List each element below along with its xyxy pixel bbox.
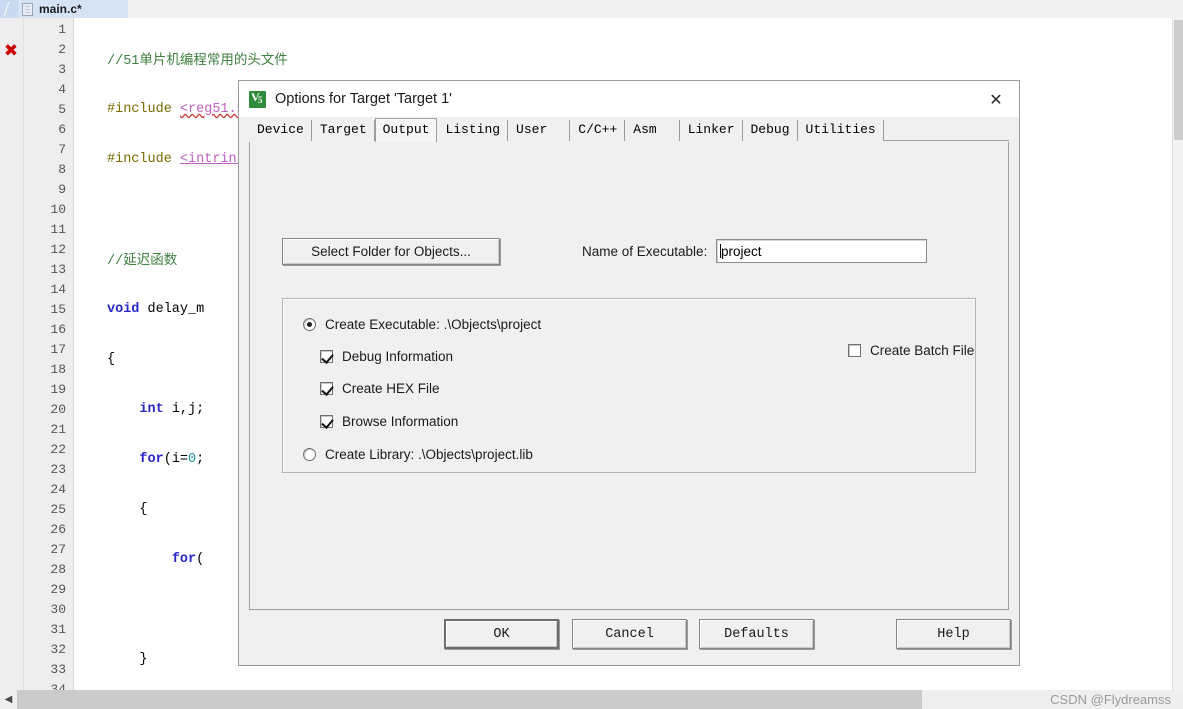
screen: main.c* ✖ 1 2 3 4 5 6 7 8 9 10 11 12 13 14 15 16 17 18 19 2… bbox=[0, 0, 1183, 709]
tab-scroll-sliver[interactable] bbox=[0, 0, 18, 18]
line-number: 15 bbox=[50, 302, 66, 317]
name-of-executable-value: project bbox=[721, 244, 762, 259]
radio-icon-create-library[interactable] bbox=[303, 448, 316, 461]
line-number: 4 bbox=[58, 82, 66, 97]
line-number: 3 bbox=[58, 62, 66, 77]
line-number: 23 bbox=[50, 462, 66, 477]
debug-information-label: Debug Information bbox=[342, 349, 454, 364]
create-hex-file-label: Create HEX File bbox=[342, 381, 440, 396]
create-batch-file-label: Create Batch File bbox=[870, 343, 975, 358]
line-number: 19 bbox=[50, 382, 66, 397]
line-number: 16 bbox=[50, 322, 66, 337]
line-number: 22 bbox=[50, 442, 66, 457]
dialog-tab-c-c-[interactable]: C/C++ bbox=[570, 120, 626, 141]
ok-button[interactable]: OK bbox=[444, 619, 559, 649]
dialog-tab-target[interactable]: Target bbox=[311, 120, 375, 141]
close-icon[interactable]: ✕ bbox=[973, 81, 1019, 117]
line-number: 10 bbox=[50, 202, 66, 217]
help-button[interactable]: Help bbox=[896, 619, 1011, 649]
output-options-group: Create Executable: .\Objects\project Deb… bbox=[282, 298, 976, 473]
radio-icon-create-executable[interactable] bbox=[303, 318, 316, 331]
dialog-tab-linker[interactable]: Linker bbox=[679, 120, 743, 141]
line-number: 24 bbox=[50, 482, 66, 497]
line-number: 9 bbox=[58, 182, 66, 197]
editor-tab-main-c[interactable]: main.c* bbox=[18, 0, 128, 18]
dialog-tab-device[interactable]: Device bbox=[249, 120, 312, 141]
line-number: 21 bbox=[50, 422, 66, 437]
line-number: 26 bbox=[50, 522, 66, 537]
checkbox-icon-browse-information[interactable] bbox=[320, 415, 333, 428]
editor-tab-label: main.c* bbox=[39, 2, 82, 16]
line-number: 1 bbox=[58, 22, 66, 37]
dialog-tab-user[interactable]: User bbox=[508, 120, 571, 141]
csdn-watermark: CSDN @Flydreamss bbox=[1050, 692, 1171, 707]
defaults-button[interactable]: Defaults bbox=[699, 619, 814, 649]
create-library-label: Create Library: .\Objects\project.lib bbox=[325, 447, 533, 462]
dialog-title-bar[interactable]: Options for Target 'Target 1' ✕ bbox=[239, 81, 1019, 117]
dialog-tab-debug[interactable]: Debug bbox=[742, 120, 798, 141]
line-number: 31 bbox=[50, 622, 66, 637]
scroll-left-arrow-icon[interactable]: ◀ bbox=[0, 690, 17, 709]
line-number: 25 bbox=[50, 502, 66, 517]
line-number: 30 bbox=[50, 602, 66, 617]
dialog-tab-output[interactable]: Output bbox=[374, 118, 438, 142]
dialog-tab-utilities[interactable]: Utilities bbox=[797, 120, 884, 141]
line-number: 33 bbox=[50, 662, 66, 677]
dialog-tab-asm[interactable]: Asm bbox=[625, 120, 680, 141]
checkbox-icon-create-hex-file[interactable] bbox=[320, 382, 333, 395]
checkbox-icon-create-batch-file[interactable] bbox=[848, 344, 861, 357]
keil-uvision-icon bbox=[249, 90, 266, 108]
name-of-executable-label: Name of Executable: bbox=[582, 244, 708, 259]
dialog-tab-listing[interactable]: Listing bbox=[437, 120, 509, 141]
select-folder-for-objects-button[interactable]: Select Folder for Objects... bbox=[282, 238, 500, 265]
editor-horizontal-scroll-thumb[interactable] bbox=[17, 690, 922, 709]
dialog-tab-bar: Device Target Output Listing User C/C++ Asm Lin… bbox=[239, 117, 1019, 142]
line-number: 32 bbox=[50, 642, 66, 657]
output-tab-panel: Select Folder for Objects... Name of Exe… bbox=[249, 142, 1009, 610]
dialog-button-bar: OK Cancel Defaults Help bbox=[239, 610, 1019, 665]
line-number: 7 bbox=[58, 142, 66, 157]
browse-information-checkbox-row[interactable]: Browse Information bbox=[320, 414, 458, 429]
create-executable-label: Create Executable: .\Objects\project bbox=[325, 317, 542, 332]
create-library-radio-row[interactable]: Create Library: .\Objects\project.lib bbox=[303, 447, 533, 462]
line-number: 11 bbox=[50, 222, 66, 237]
line-number: 20 bbox=[50, 402, 66, 417]
name-of-executable-input[interactable]: project bbox=[716, 239, 927, 263]
create-executable-radio-row[interactable]: Create Executable: .\Objects\project bbox=[303, 317, 541, 332]
line-number: 13 bbox=[50, 262, 66, 277]
line-number: 27 bbox=[50, 542, 66, 557]
line-number: 5 bbox=[58, 102, 66, 117]
line-number: 12 bbox=[50, 242, 66, 257]
line-number: 2 bbox=[58, 42, 66, 57]
line-number: 6 bbox=[58, 122, 66, 137]
editor-tab-strip: main.c* bbox=[0, 0, 1183, 18]
editor-vertical-scrollbar[interactable] bbox=[1172, 18, 1183, 690]
editor-horizontal-scrollbar[interactable]: ◀ bbox=[0, 690, 1183, 709]
create-batch-file-checkbox-row[interactable]: Create Batch File bbox=[848, 343, 974, 358]
line-number: 29 bbox=[50, 582, 66, 597]
editor-tab-strip-empty bbox=[128, 0, 1183, 18]
cancel-button[interactable]: Cancel bbox=[572, 619, 687, 649]
checkbox-icon-debug-information[interactable] bbox=[320, 350, 333, 363]
dialog-title: Options for Target 'Target 1' bbox=[275, 91, 452, 107]
line-number: 28 bbox=[50, 562, 66, 577]
breakpoint-gutter[interactable]: ✖ bbox=[0, 18, 24, 690]
create-hex-file-checkbox-row[interactable]: Create HEX File bbox=[320, 381, 440, 396]
options-for-target-dialog: Options for Target 'Target 1' ✕ DeviceTa… bbox=[238, 80, 1020, 666]
line-number: 14 bbox=[50, 282, 66, 297]
line-number-gutter: 1 2 3 4 5 6 7 8 9 10 11 12 13 14 15 16 17 18 19 20 21 22 23 24 2… bbox=[24, 18, 74, 697]
line-number: 8 bbox=[58, 162, 66, 177]
browse-information-label: Browse Information bbox=[342, 414, 459, 429]
line-number: 17 bbox=[50, 342, 66, 357]
editor-vertical-scroll-thumb[interactable] bbox=[1174, 20, 1183, 140]
document-icon bbox=[22, 2, 33, 16]
line-number: 18 bbox=[50, 362, 66, 377]
debug-information-checkbox-row[interactable]: Debug Information bbox=[320, 349, 453, 364]
error-marker-icon: ✖ bbox=[3, 41, 19, 61]
